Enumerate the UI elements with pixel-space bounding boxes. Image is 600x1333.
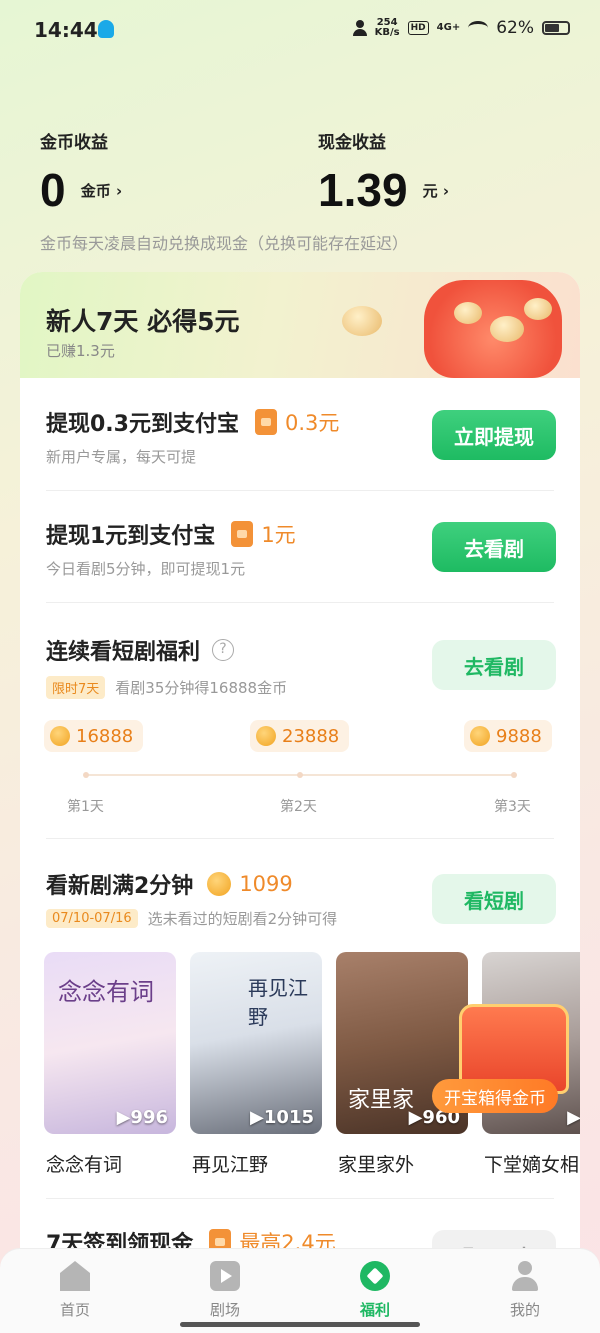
drama-carousel: 念念有词 ▶996 念念有词 再见江野 ▶1015 再见江野 家里家 ▶960 … [44, 952, 580, 1192]
red-packet-icon [231, 521, 254, 547]
chevron-right-icon: › [115, 182, 123, 200]
banner-subtitle: 已赚1.3元 [46, 342, 115, 360]
task-subtitle: 今日看剧5分钟，即可提现1元 [46, 560, 246, 578]
day-label: 第3天 [494, 799, 531, 815]
status-bar: 14:44 254 KB/s HD 4G+ 62% [0, 0, 600, 60]
nav-profile[interactable]: 我的 [475, 1249, 575, 1333]
watch-drama-button[interactable]: 去看剧 [432, 640, 556, 690]
help-icon[interactable]: ? [212, 639, 235, 661]
person-icon [352, 20, 367, 36]
profile-icon [510, 1261, 540, 1291]
welfare-card: 新人7天 必得5元 已赚1.3元 提现0.3元到支付宝 0.3元 新用户专属，每… [20, 272, 580, 1272]
watch-short-drama-button[interactable]: 看短剧 [432, 874, 556, 924]
progress-dot [83, 772, 89, 778]
poster-title-art: 家里家 [348, 1088, 415, 1113]
coin-icon [454, 302, 482, 324]
milestone-chip-day3: 9888 [464, 720, 552, 752]
play-count: ▶10 [567, 1107, 580, 1128]
watch-drama-button[interactable]: 去看剧 [432, 522, 556, 572]
cash-earnings[interactable]: 现金收益 1.39 元 › [318, 128, 449, 217]
hd-icon: HD [407, 21, 429, 35]
nav-theater[interactable]: 剧场 [175, 1249, 275, 1333]
coins-label: 金币收益 [40, 133, 108, 153]
nav-label: 剧场 [209, 1301, 240, 1319]
date-range-tag: 07/10-07/16 [46, 909, 138, 928]
nav-label: 我的 [509, 1301, 540, 1319]
task-withdraw-1: 提现1元到支付宝 1元 今日看剧5分钟，即可提现1元 去看剧 [20, 490, 580, 602]
play-count: ▶1015 [250, 1107, 314, 1128]
qq-notification-icon [98, 20, 114, 38]
nav-home[interactable]: 首页 [25, 1249, 125, 1333]
drama-poster[interactable]: 念念有词 ▶996 [44, 952, 176, 1134]
task-withdraw-03: 提现0.3元到支付宝 0.3元 新用户专属，每天可提 立即提现 [20, 378, 580, 490]
task-title: 看新剧满2分钟 1099 [46, 872, 293, 899]
task-title: 提现1元到支付宝 1元 [46, 518, 296, 550]
status-icons: 254 KB/s HD 4G+ 62% [352, 17, 570, 38]
nav-label: 首页 [59, 1301, 90, 1319]
battery-percent: 62% [496, 18, 534, 38]
task-title: 连续看短剧福利 ? [46, 634, 235, 666]
nav-welfare[interactable]: 福利 [325, 1249, 425, 1333]
task-reward: 1元 [261, 523, 296, 547]
net-speed: 254 KB/s [374, 17, 400, 38]
task-title: 提现0.3元到支付宝 0.3元 [46, 406, 339, 438]
withdraw-now-button[interactable]: 立即提现 [432, 410, 556, 460]
progress-dot [297, 772, 303, 778]
coin-icon [50, 726, 70, 746]
exchange-note: 金币每天凌晨自动兑换成现金（兑换可能存在延迟） [40, 234, 409, 253]
drama-name[interactable]: 下堂嫡女相 [484, 1150, 579, 1177]
milestone-chip-day1: 16888 [44, 720, 144, 752]
task-subtitle: 限时7天 看剧35分钟得16888金币 [46, 676, 287, 699]
cash-value: 1.39 [318, 164, 408, 216]
red-packet-icon [254, 409, 277, 435]
coin-icon [256, 726, 276, 746]
play-count: ▶996 [116, 1107, 168, 1128]
limited-tag: 限时7天 [46, 676, 106, 699]
coins-earnings[interactable]: 金币收益 0 金币 › [40, 128, 122, 217]
task-reward: 1099 [239, 872, 293, 896]
day-label: 第1天 [67, 799, 104, 815]
signal-icon: 4G+ [436, 22, 461, 33]
home-indicator[interactable] [180, 1322, 420, 1327]
coins-unit: 金币 › [80, 182, 123, 200]
task-continuous-watch: 连续看短剧福利 ? 限时7天 看剧35分钟得16888金币 去看剧 16888 … [20, 602, 580, 838]
coin-decoration-icon [342, 306, 382, 336]
drama-name[interactable]: 念念有词 [46, 1150, 122, 1177]
day-label: 第2天 [280, 799, 317, 815]
cash-label: 现金收益 [318, 133, 386, 153]
coin-icon [207, 872, 232, 896]
bottom-nav: 首页 剧场 福利 我的 [0, 1248, 600, 1333]
task-subtitle: 新用户专属，每天可提 [46, 448, 197, 466]
poster-title-art: 念念有词 [58, 978, 154, 1006]
banner-title: 新人7天 必得5元 [46, 307, 240, 336]
red-envelope-icon [424, 280, 562, 378]
drama-name[interactable]: 家里家外 [338, 1150, 414, 1177]
chevron-right-icon: › [442, 182, 450, 200]
welfare-icon [360, 1261, 390, 1291]
status-time: 14:44 [34, 18, 98, 42]
milestone-chip-day2: 23888 [250, 720, 350, 752]
newbie-banner[interactable]: 新人7天 必得5元 已赚1.3元 [20, 272, 580, 378]
battery-icon [542, 21, 570, 35]
open-chest-label[interactable]: 开宝箱得金币 [432, 1079, 558, 1113]
cash-unit: 元 › [422, 182, 450, 200]
progress-dot [511, 772, 517, 778]
task-subtitle: 07/10-07/16 选未看过的短剧看2分钟可得 [46, 908, 337, 929]
task-reward: 0.3元 [284, 411, 340, 435]
nav-label: 福利 [359, 1301, 390, 1319]
coin-icon [524, 298, 552, 320]
drama-name[interactable]: 再见江野 [192, 1150, 268, 1177]
home-icon [60, 1261, 90, 1291]
coins-value: 0 [40, 164, 66, 216]
coin-icon [490, 316, 524, 342]
coin-icon [470, 726, 490, 746]
poster-title-art: 再见江野 [248, 976, 308, 1029]
theater-icon [210, 1261, 240, 1291]
drama-poster[interactable]: 再见江野 ▶1015 [190, 952, 322, 1134]
wifi-icon [468, 21, 489, 35]
